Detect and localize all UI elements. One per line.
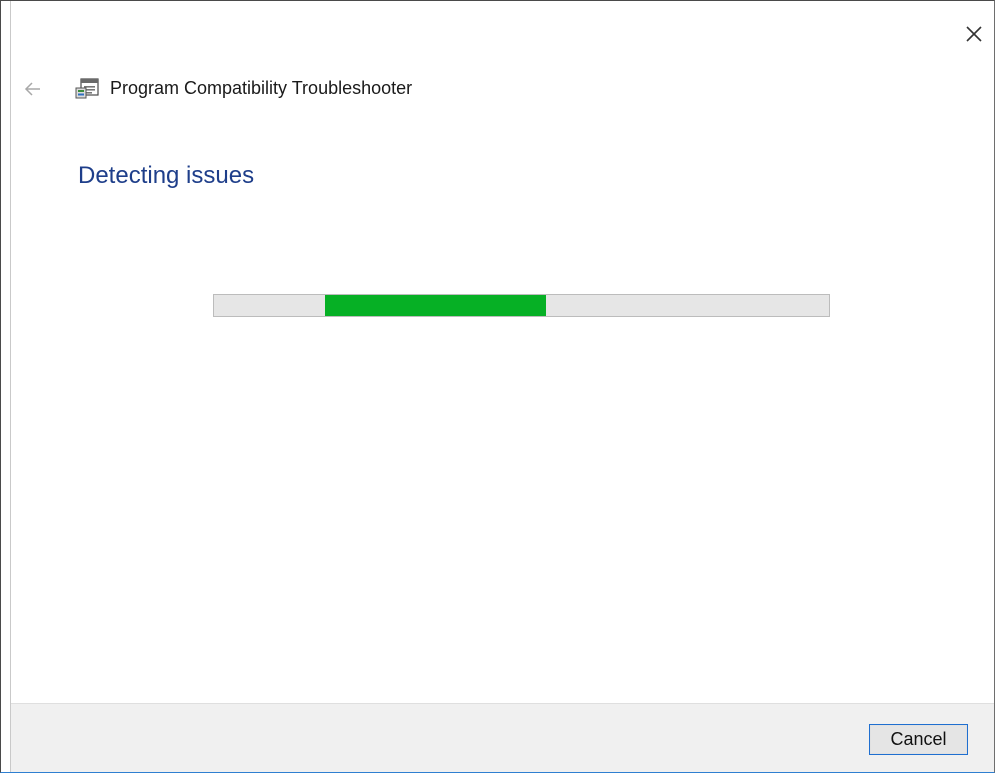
progress-bar [213,294,830,317]
troubleshooter-window: Program Compatibility Troubleshooter Det… [0,0,995,773]
progress-fill [324,295,547,316]
page-heading: Detecting issues [78,162,255,189]
close-icon [966,26,982,42]
troubleshooter-icon [75,78,100,100]
close-button[interactable] [961,21,987,47]
window-title: Program Compatibility Troubleshooter [110,78,413,98]
footer-bar: Cancel [11,703,994,772]
back-button[interactable] [23,79,43,99]
back-arrow-icon [24,82,40,96]
cancel-button[interactable]: Cancel [869,724,968,755]
window-left-edge [1,1,11,772]
